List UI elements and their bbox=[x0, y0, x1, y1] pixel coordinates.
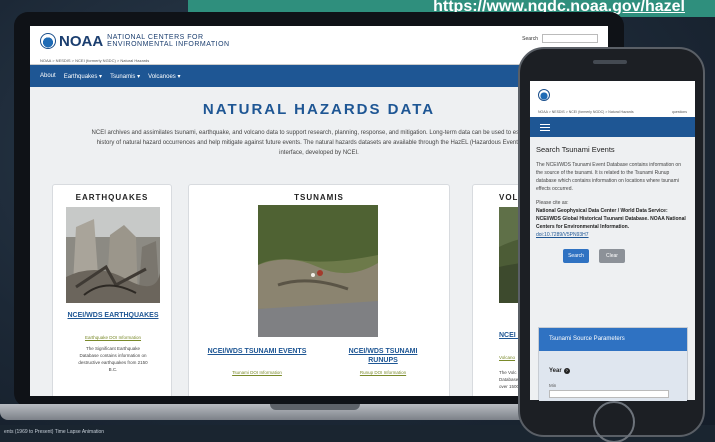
year-label: Year bbox=[549, 368, 562, 374]
earthquakes-title: EARTHQUAKES bbox=[75, 193, 149, 202]
tsunami-photo bbox=[258, 205, 378, 337]
form-buttons: Search Clear bbox=[563, 249, 689, 263]
nav-about[interactable]: About bbox=[40, 73, 56, 79]
tsunami-runups-link[interactable]: NCEI/WDS TSUNAMI RUNUPS bbox=[333, 347, 433, 365]
search-label: Search bbox=[522, 36, 538, 42]
panel-body: Year? Min bbox=[539, 351, 687, 401]
clear-button[interactable]: Clear bbox=[599, 249, 625, 263]
search-tsunami-heading: Search Tsunami Events bbox=[536, 145, 615, 154]
runup-doi-link[interactable]: Runup DOI Information bbox=[333, 370, 433, 375]
phone-speaker bbox=[593, 60, 627, 64]
earthquakes-link[interactable]: NCEI/WDS EARTHQUAKES bbox=[61, 311, 165, 320]
earthquakes-desc: The Significant Earthquake Database cont… bbox=[78, 346, 148, 372]
ncei-name: NATIONAL CENTERS FOR ENVIRONMENTAL INFOR… bbox=[107, 34, 229, 48]
tsunami-events-link[interactable]: NCEI/WDS TSUNAMI EVENTS bbox=[207, 347, 307, 356]
animation-link[interactable]: ents (1969 to Present) Time Lapse Animat… bbox=[4, 429, 104, 435]
noaa-logo-icon[interactable] bbox=[40, 33, 56, 49]
nav-volcanoes[interactable]: Volcanoes ▾ bbox=[148, 73, 180, 80]
tsunami-doi-link[interactable]: Tsunami DOI Information bbox=[207, 370, 307, 375]
ncei-name-line2: ENVIRONMENTAL INFORMATION bbox=[107, 41, 230, 48]
panel-title: Tsunami Source Parameters bbox=[539, 328, 687, 351]
search-button[interactable]: Search bbox=[563, 249, 589, 263]
tsunamis-card: TSUNAMIS NCEI/WDS TSUNAMI EVENTS Tsunami… bbox=[188, 184, 450, 396]
noaa-logo-icon[interactable] bbox=[538, 89, 550, 101]
search-input[interactable] bbox=[542, 34, 598, 43]
tsunami-source-panel: Tsunami Source Parameters Year? Min bbox=[538, 327, 688, 401]
doi-link[interactable]: doi:10.7289/V5PN93H7 bbox=[536, 231, 689, 239]
help-icon[interactable]: ? bbox=[563, 368, 570, 374]
nav-tsunamis[interactable]: Tsunamis ▾ bbox=[110, 73, 140, 80]
phone-questions-link[interactable]: questions bbox=[672, 110, 687, 116]
phone-breadcrumb: NOAA > NESDIS > NCEI (formerly NGDC) > N… bbox=[530, 109, 695, 117]
earthquakes-card: EARTHQUAKES NCEI/WDS EARTHQUAKES Earthqu… bbox=[52, 184, 172, 396]
tsunamis-title: TSUNAMIS bbox=[294, 193, 344, 202]
phone-breadcrumb-path: NOAA > NESDIS > NCEI (formerly NGDC) > N… bbox=[538, 110, 634, 114]
home-button[interactable] bbox=[593, 401, 635, 442]
nav-earthquakes[interactable]: Earthquakes ▾ bbox=[64, 73, 102, 80]
min-label: Min bbox=[549, 383, 557, 388]
cite-label: Please cite as: bbox=[536, 200, 569, 206]
laptop-notch bbox=[270, 404, 360, 410]
hamburger-menu-icon[interactable] bbox=[540, 124, 550, 131]
earthquake-photo bbox=[66, 207, 160, 303]
phone-nav bbox=[530, 117, 695, 137]
earthquake-doi-link[interactable]: Earthquake DOI Information bbox=[61, 335, 165, 340]
ncei-name-line1: NATIONAL CENTERS FOR bbox=[107, 34, 204, 41]
noaa-logo-text[interactable]: NOAA bbox=[59, 33, 103, 50]
site-header: NOAA NATIONAL CENTERS FOR ENVIRONMENTAL … bbox=[30, 26, 608, 56]
tsunami-description: The NCEI/WDS Tsunami Event Database cont… bbox=[536, 162, 681, 192]
year-min-input[interactable] bbox=[549, 390, 669, 398]
phone-header bbox=[530, 81, 695, 109]
citation-text: National Geophysical Data Center / World… bbox=[536, 208, 686, 230]
